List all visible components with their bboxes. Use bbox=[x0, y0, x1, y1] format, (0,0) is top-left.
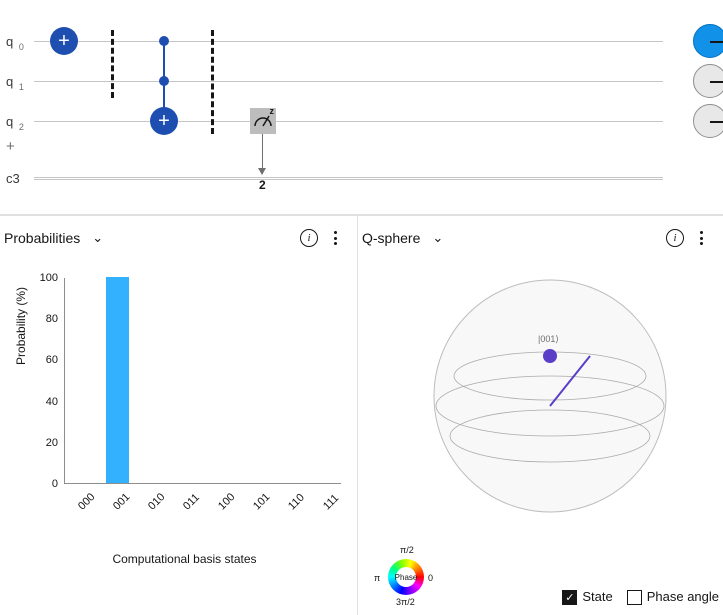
qsphere-legend-row: ✓State Phase angle bbox=[562, 589, 719, 605]
phase-legend: π/2 π 0 3π/2 Phase bbox=[376, 547, 436, 607]
x-tick: 000 bbox=[76, 491, 97, 512]
qubit-label-1: q 1 bbox=[6, 74, 24, 92]
x-tick: 110 bbox=[286, 492, 307, 513]
x-axis-label: Computational basis states bbox=[28, 552, 341, 566]
qsphere-state-label: |001⟩ bbox=[538, 334, 559, 345]
chevron-down-icon[interactable]: ⌄ bbox=[432, 230, 443, 246]
y-tick: 100 bbox=[40, 272, 58, 284]
circuit-composer[interactable]: q 0 q 1 q 2 + c3 + + z 2 bbox=[0, 0, 723, 215]
add-qubit-button[interactable]: + bbox=[6, 138, 15, 155]
qsphere-title: Q-sphere bbox=[362, 230, 420, 246]
visualization-panels: Probabilities ⌄ i Probability (%) 0 20 40 6… bbox=[0, 215, 723, 615]
bar-plot-area bbox=[64, 278, 341, 484]
chevron-down-icon[interactable]: ⌄ bbox=[92, 230, 103, 246]
barrier-1[interactable] bbox=[211, 30, 214, 134]
kebab-menu-icon[interactable] bbox=[326, 227, 345, 249]
x-tick: 100 bbox=[216, 491, 237, 512]
measure-gate-q2[interactable]: z bbox=[250, 108, 276, 134]
x-tick: 101 bbox=[251, 491, 272, 512]
qsphere-header: Q-sphere ⌄ i bbox=[358, 216, 723, 260]
phase-tick-left: π bbox=[374, 573, 380, 583]
probabilities-chart: Probability (%) 020406080100 00000101001… bbox=[28, 276, 341, 496]
ccx-target-q2[interactable]: + bbox=[150, 107, 178, 135]
probabilities-panel: Probabilities ⌄ i Probability (%) 0 20 40 6… bbox=[0, 215, 358, 615]
qubit-wire-1[interactable] bbox=[34, 81, 663, 82]
phase-disk-q2[interactable] bbox=[693, 104, 723, 138]
qubit-label-0: q 0 bbox=[6, 34, 24, 52]
barrier-0[interactable] bbox=[111, 30, 114, 98]
x-axis-ticks: 000 001 010 011 100 101 110 111 bbox=[64, 488, 341, 528]
measure-target-index: 2 bbox=[259, 178, 266, 192]
y-tick: 0 bbox=[52, 478, 58, 490]
qubit-wire-0[interactable] bbox=[34, 41, 663, 42]
y-axis-label: Probability (%) bbox=[14, 287, 28, 365]
qubit-label-2: q 2 bbox=[6, 114, 24, 132]
x-tick: 011 bbox=[181, 492, 202, 513]
probabilities-header: Probabilities ⌄ i bbox=[0, 216, 357, 260]
kebab-menu-icon[interactable] bbox=[692, 227, 711, 249]
state-checkbox[interactable]: ✓State bbox=[562, 589, 612, 605]
qsphere-visualization[interactable]: |001⟩ bbox=[430, 276, 670, 516]
y-tick: 40 bbox=[46, 396, 58, 408]
phase-tick-right: 0 bbox=[428, 573, 433, 583]
phase-disk-q0[interactable] bbox=[693, 24, 723, 58]
qsphere-panel: Q-sphere ⌄ i |001⟩ π/2 π 0 3π/2 Phase bbox=[358, 215, 723, 615]
y-tick: 20 bbox=[46, 437, 58, 449]
y-tick: 60 bbox=[46, 354, 58, 366]
qubit-wire-2[interactable] bbox=[34, 121, 663, 122]
x-tick: 010 bbox=[146, 491, 167, 512]
probability-bar[interactable] bbox=[106, 277, 128, 483]
control-dot-q1[interactable] bbox=[159, 76, 169, 86]
classical-bit-wire[interactable] bbox=[34, 177, 663, 180]
phase-angle-checkbox[interactable]: Phase angle bbox=[627, 589, 719, 605]
phase-color-wheel: Phase bbox=[388, 559, 424, 595]
x-tick: 111 bbox=[321, 492, 341, 512]
phase-tick-bottom: 3π/2 bbox=[396, 597, 415, 607]
phase-disk-q1[interactable] bbox=[693, 64, 723, 98]
info-icon[interactable]: i bbox=[666, 229, 684, 247]
info-icon[interactable]: i bbox=[300, 229, 318, 247]
classical-bit-label: c3 bbox=[6, 171, 20, 186]
probabilities-title: Probabilities bbox=[4, 230, 80, 246]
y-axis: 020406080100 bbox=[28, 276, 60, 496]
y-tick: 80 bbox=[46, 313, 58, 325]
x-tick: 001 bbox=[111, 491, 132, 512]
measure-basis-label: z bbox=[270, 106, 275, 116]
phase-tick-top: π/2 bbox=[400, 545, 414, 555]
not-gate-q0[interactable]: + bbox=[50, 27, 78, 55]
measure-arrow bbox=[262, 134, 263, 174]
